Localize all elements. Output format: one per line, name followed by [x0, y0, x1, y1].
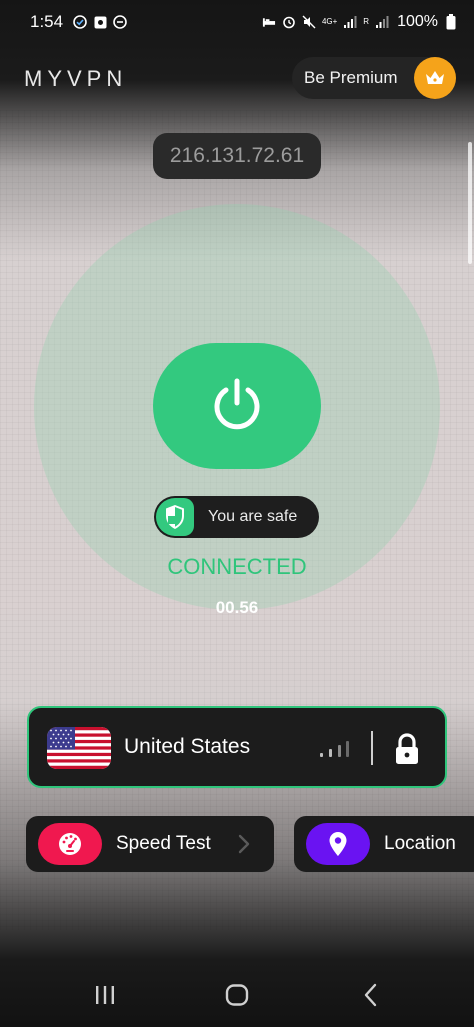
speedometer-icon: [38, 823, 102, 865]
home-icon[interactable]: [223, 982, 253, 1008]
vpn-home-screen: 1:54 4G+ R 100% MYVPN Be Premium 216.131…: [0, 0, 474, 1027]
crown-icon: [414, 57, 456, 99]
battery-level: 100%: [397, 13, 438, 30]
signal-bars-icon: [319, 738, 349, 758]
card-divider: [371, 731, 373, 765]
connection-timer: 00.56: [215, 598, 259, 617]
recent-apps-icon[interactable]: [92, 982, 122, 1008]
server-country-name: United States: [124, 735, 251, 758]
do-not-disturb-icon: [113, 15, 127, 29]
app-notification-icon: [93, 15, 107, 29]
us-flag-icon: [47, 727, 111, 769]
back-icon[interactable]: [358, 982, 388, 1008]
map-pin-icon: [306, 823, 370, 865]
status-bar-left: 1:54: [30, 12, 127, 32]
sleep-mode-icon: [262, 15, 276, 29]
roaming-label: R: [363, 17, 370, 26]
connection-status: CONNECTED: [167, 554, 307, 579]
app-logo: MYVPN: [24, 66, 128, 91]
network-type-label: 4G+: [321, 17, 338, 26]
system-navigation-bar: [0, 960, 474, 1027]
be-premium-label: Be Premium: [304, 68, 398, 87]
lock-icon[interactable]: [394, 733, 420, 765]
check-circle-icon: [73, 15, 87, 29]
signal-strength-icon: [343, 15, 357, 29]
status-bar: 1:54 4G+ R 100%: [0, 0, 474, 44]
alarm-icon: [282, 15, 296, 29]
power-button[interactable]: [153, 343, 321, 469]
status-bar-right: 4G+ R 100%: [262, 13, 458, 31]
ip-address-display: 216.131.72.61: [153, 133, 321, 179]
power-icon: [209, 376, 265, 436]
scrollbar[interactable]: [468, 142, 472, 264]
signal-strength-2-icon: [375, 15, 389, 29]
speed-test-label: Speed Test: [116, 833, 211, 854]
mute-icon: [302, 15, 316, 29]
location-button[interactable]: Location: [294, 816, 474, 872]
battery-icon: [444, 14, 458, 30]
status-time: 1:54: [30, 12, 64, 31]
server-selector[interactable]: United States: [27, 706, 447, 788]
safe-status-label: You are safe: [208, 508, 298, 525]
app-header: MYVPN Be Premium: [0, 54, 474, 102]
chevron-right-icon: [238, 834, 250, 854]
safe-status-pill: You are safe: [154, 496, 319, 538]
speed-test-button[interactable]: Speed Test: [26, 816, 274, 872]
be-premium-button[interactable]: Be Premium: [292, 57, 456, 99]
shield-icon: [156, 498, 194, 536]
location-label: Location: [384, 833, 456, 854]
